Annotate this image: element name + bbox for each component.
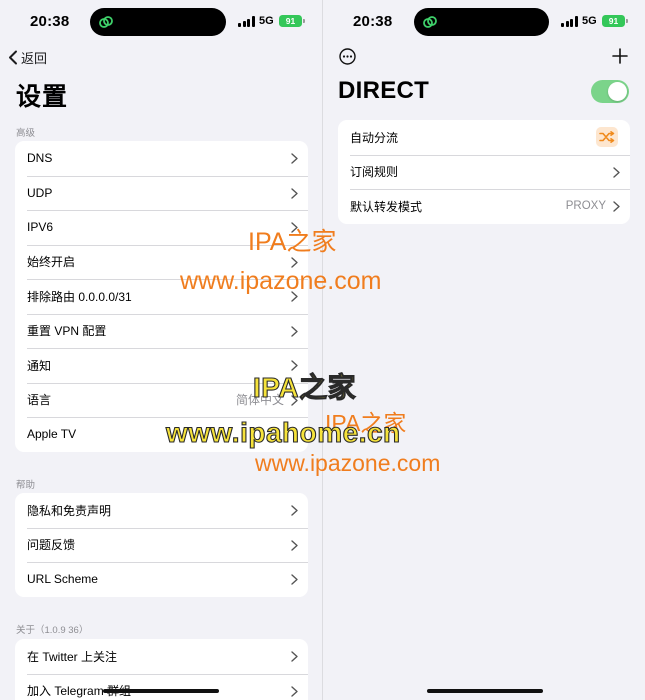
row-telegram[interactable]: 加入 Telegram 群组 — [15, 673, 308, 700]
row-label: URL Scheme — [27, 572, 98, 587]
link-icon — [99, 16, 113, 28]
row-reset-vpn[interactable]: 重置 VPN 配置 — [15, 313, 308, 349]
chevron-right-icon — [291, 256, 298, 268]
row-label: Apple TV — [27, 427, 77, 442]
row-label: UDP — [27, 185, 53, 200]
settings-screen: 20:38 5G 91 返回 设置 高级 DNS UDP IPV6 始终开启 排… — [0, 0, 322, 700]
page-title: 设置 — [16, 83, 69, 111]
routing-group: 自动分流 订阅规则 默认转发模式 PROXY — [338, 120, 630, 224]
row-label: 通知 — [27, 358, 52, 373]
chevron-right-icon — [291, 651, 298, 662]
help-group: 隐私和免责声明 问题反馈 URL Scheme — [15, 493, 308, 597]
chevron-right-icon — [291, 187, 298, 199]
watermark-ipahome-cn: IPA之家 — [252, 371, 357, 403]
plus-icon[interactable] — [612, 48, 628, 64]
row-label: 问题反馈 — [27, 538, 76, 553]
row-privacy[interactable]: 隐私和免责声明 — [15, 493, 308, 528]
more-icon[interactable] — [339, 48, 356, 65]
chevron-right-icon — [291, 153, 298, 164]
row-dns[interactable]: DNS — [15, 141, 308, 176]
link-icon — [423, 16, 437, 28]
watermark-ipazone-url: www.ipazone.com — [180, 267, 382, 295]
back-label: 返回 — [21, 50, 48, 66]
row-label: 隐私和免责声明 — [27, 503, 112, 518]
section-label-advanced: 高级 — [16, 128, 36, 139]
dynamic-island — [90, 8, 226, 36]
watermark-ipazone-cn: IPA之家 — [248, 228, 337, 256]
network-type: 5G — [582, 15, 597, 27]
status-time: 20:38 — [353, 13, 393, 30]
signal-icon — [238, 16, 255, 27]
section-label-about: 关于（1.0.9 36） — [16, 625, 89, 636]
row-auto-split[interactable]: 自动分流 — [338, 120, 630, 155]
battery-icon: 91 — [279, 15, 305, 27]
home-indicator — [427, 689, 543, 693]
direct-screen: 20:38 5G 91 DIRECT 自动分流 订阅规则 默认转发模式 PROX… — [323, 0, 645, 700]
row-twitter[interactable]: 在 Twitter 上关注 — [15, 639, 308, 674]
chevron-right-icon — [613, 166, 620, 178]
row-subscription-rules[interactable]: 订阅规则 — [338, 154, 630, 190]
status-time: 20:38 — [30, 13, 70, 30]
shuffle-icon — [596, 127, 618, 147]
row-label: DNS — [27, 151, 53, 166]
row-label: 在 Twitter 上关注 — [27, 649, 118, 664]
back-button[interactable]: 返回 — [8, 48, 47, 66]
row-label: 自动分流 — [350, 130, 399, 145]
status-bar: 20:38 5G 91 — [323, 0, 645, 44]
battery-icon: 91 — [602, 15, 628, 27]
forward-mode-value: PROXY — [565, 200, 606, 213]
chevron-right-icon — [291, 325, 298, 337]
chevron-right-icon — [291, 574, 298, 585]
row-label: 订阅规则 — [350, 165, 399, 180]
page-title: DIRECT — [338, 77, 430, 104]
row-udp[interactable]: UDP — [15, 175, 308, 211]
dynamic-island — [414, 8, 549, 36]
signal-icon — [561, 16, 578, 27]
watermark-ipazone-url-2: www.ipazone.com — [255, 450, 441, 476]
row-url-scheme[interactable]: URL Scheme — [15, 562, 308, 597]
chevron-right-icon — [291, 539, 298, 551]
status-bar: 20:38 5G 91 — [0, 0, 322, 44]
direct-toggle[interactable] — [591, 80, 629, 103]
row-label: 排除路由 0.0.0.0/31 — [27, 289, 132, 304]
row-label: 始终开启 — [27, 255, 76, 270]
row-label: 语言 — [27, 393, 52, 408]
watermark-ipahome-url: www.ipahome.cn — [165, 416, 401, 448]
network-type: 5G — [259, 15, 274, 27]
row-default-forward-mode[interactable]: 默认转发模式 PROXY — [338, 189, 630, 224]
section-label-help: 帮助 — [16, 480, 36, 491]
row-feedback[interactable]: 问题反馈 — [15, 527, 308, 563]
chevron-right-icon — [291, 505, 298, 516]
row-label: 重置 VPN 配置 — [27, 324, 107, 339]
row-label: IPV6 — [27, 220, 54, 235]
home-indicator — [103, 689, 219, 693]
row-label: 默认转发模式 — [350, 199, 423, 214]
chevron-right-icon — [291, 685, 298, 697]
chevron-left-icon — [9, 50, 17, 64]
toggle-knob — [608, 82, 627, 101]
chevron-right-icon — [613, 201, 620, 212]
